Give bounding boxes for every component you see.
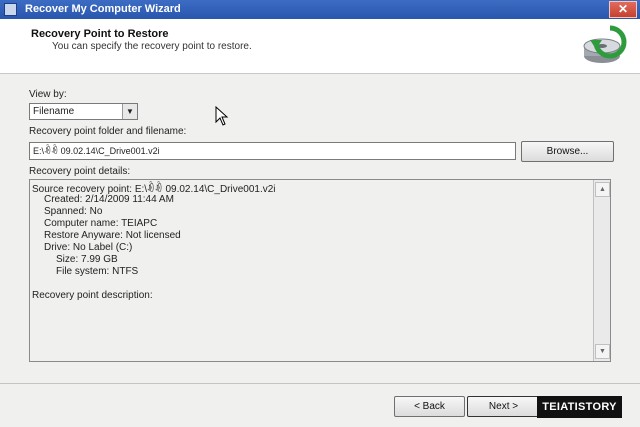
detail-line-restore-anyware: Restore Anyware: Not licensed bbox=[44, 230, 181, 241]
watermark: TEIATISTORY bbox=[537, 396, 622, 418]
wizard-header: Recovery Point to Restore You can specif… bbox=[0, 19, 640, 74]
detail-line-spanned: Spanned: No bbox=[44, 206, 103, 217]
footer-divider bbox=[0, 383, 640, 384]
folder-path-input[interactable]: E:\ꀐꀐ 09.02.14\C_Drive001.v2i bbox=[29, 142, 516, 160]
detail-line-computer-name: Computer name: TEIAPC bbox=[44, 218, 158, 229]
detail-line-file-system: File system: NTFS bbox=[56, 266, 139, 277]
restore-drive-icon bbox=[583, 25, 627, 63]
page-title: Recovery Point to Restore bbox=[31, 28, 169, 40]
back-button[interactable]: < Back bbox=[394, 396, 465, 417]
view-by-label: View by: bbox=[29, 89, 67, 100]
page-subtitle: You can specify the recovery point to re… bbox=[52, 41, 252, 52]
detail-line-description: Recovery point description: bbox=[32, 290, 153, 301]
scroll-up-icon[interactable]: ▲ bbox=[595, 182, 610, 197]
window-title: Recover My Computer Wizard bbox=[25, 3, 181, 15]
close-button[interactable]: ✕ bbox=[609, 1, 637, 18]
folder-label: Recovery point folder and filename: bbox=[29, 126, 187, 137]
view-by-value: Filename bbox=[33, 106, 75, 117]
view-by-dropdown[interactable]: Filename ▼ bbox=[29, 103, 138, 120]
scroll-down-icon[interactable]: ▼ bbox=[595, 344, 610, 359]
chevron-down-icon[interactable]: ▼ bbox=[122, 104, 137, 119]
details-textarea[interactable]: Source recovery point: E:\ꀐꀐ 09.02.14\C_… bbox=[29, 179, 611, 362]
details-scrollbar[interactable]: ▲ ▼ bbox=[593, 180, 610, 361]
detail-line-drive: Drive: No Label (C:) bbox=[44, 242, 133, 253]
detail-line-created: Created: 2/14/2009 11:44 AM bbox=[44, 194, 174, 205]
app-icon bbox=[4, 3, 17, 16]
details-label: Recovery point details: bbox=[29, 166, 131, 177]
next-button[interactable]: Next > bbox=[467, 396, 540, 417]
browse-button[interactable]: Browse... bbox=[521, 141, 614, 162]
detail-line-size: Size: 7.99 GB bbox=[56, 254, 118, 265]
mouse-cursor-icon bbox=[215, 106, 229, 126]
title-bar: Recover My Computer Wizard ✕ bbox=[0, 0, 640, 19]
